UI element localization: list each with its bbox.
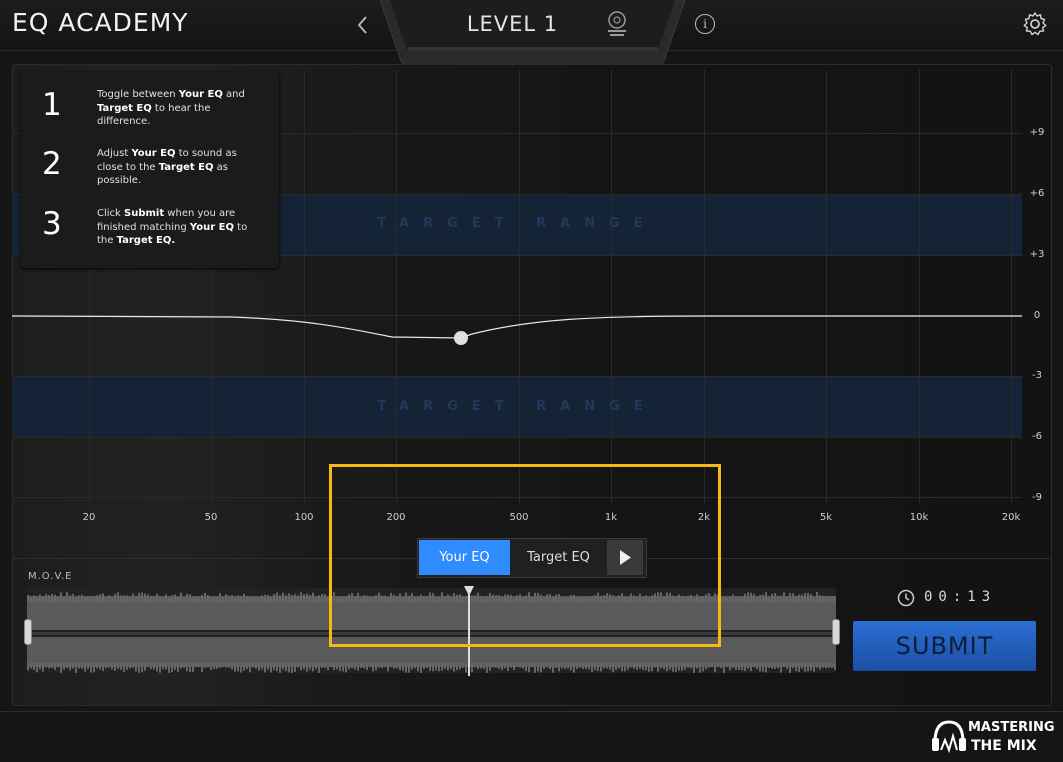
app-title: EQ ACADEMY bbox=[12, 8, 189, 37]
footer-divider bbox=[0, 711, 1063, 712]
region-end-handle[interactable] bbox=[832, 619, 840, 645]
db-label: -9 bbox=[1032, 492, 1042, 503]
freq-label: 10k bbox=[909, 512, 929, 523]
freq-label: 50 bbox=[204, 512, 218, 523]
track-name: M.O.V.E bbox=[28, 571, 73, 582]
db-label: -6 bbox=[1032, 431, 1042, 442]
back-button[interactable] bbox=[350, 10, 376, 40]
timer-readout: 00:13 bbox=[924, 589, 997, 605]
db-label: +3 bbox=[1029, 249, 1045, 260]
clock-icon bbox=[897, 589, 915, 607]
db-label: +9 bbox=[1029, 127, 1045, 138]
db-label: 0 bbox=[1033, 310, 1041, 321]
step-number: 3 bbox=[42, 206, 62, 242]
step-text: Adjust Your EQ to sound as close to the … bbox=[97, 148, 237, 186]
level-title: LEVEL 1 bbox=[466, 12, 559, 36]
step-text: Click Submit when you are finished match… bbox=[97, 208, 248, 246]
info-icon: i bbox=[703, 17, 707, 31]
chevron-left-icon bbox=[357, 16, 367, 34]
db-label: +6 bbox=[1029, 188, 1045, 199]
submit-button[interactable]: SUBMIT bbox=[853, 621, 1036, 671]
freq-label: 5k bbox=[819, 512, 833, 523]
settings-button[interactable] bbox=[1022, 11, 1048, 37]
eq-band-handle[interactable] bbox=[454, 331, 468, 345]
freq-label: 20k bbox=[1001, 512, 1021, 523]
freq-label: 20 bbox=[82, 512, 96, 523]
freq-label: 100 bbox=[294, 512, 314, 523]
brand-name-bottom: THE MIX bbox=[971, 738, 1037, 754]
region-start-handle[interactable] bbox=[24, 619, 32, 645]
headphones-logo-icon bbox=[932, 720, 966, 754]
turntable-icon bbox=[608, 11, 626, 36]
gear-icon bbox=[1023, 12, 1047, 36]
eq-curve bbox=[12, 315, 1022, 339]
info-button[interactable]: i bbox=[695, 14, 715, 34]
step-number: 2 bbox=[42, 146, 62, 182]
brand-name-top: MASTERING bbox=[968, 720, 1055, 735]
step-number: 1 bbox=[42, 87, 62, 123]
db-label: -3 bbox=[1032, 370, 1042, 381]
highlight-box bbox=[329, 464, 721, 647]
step-text: Toggle between Your EQ and Target EQ to … bbox=[97, 89, 245, 127]
